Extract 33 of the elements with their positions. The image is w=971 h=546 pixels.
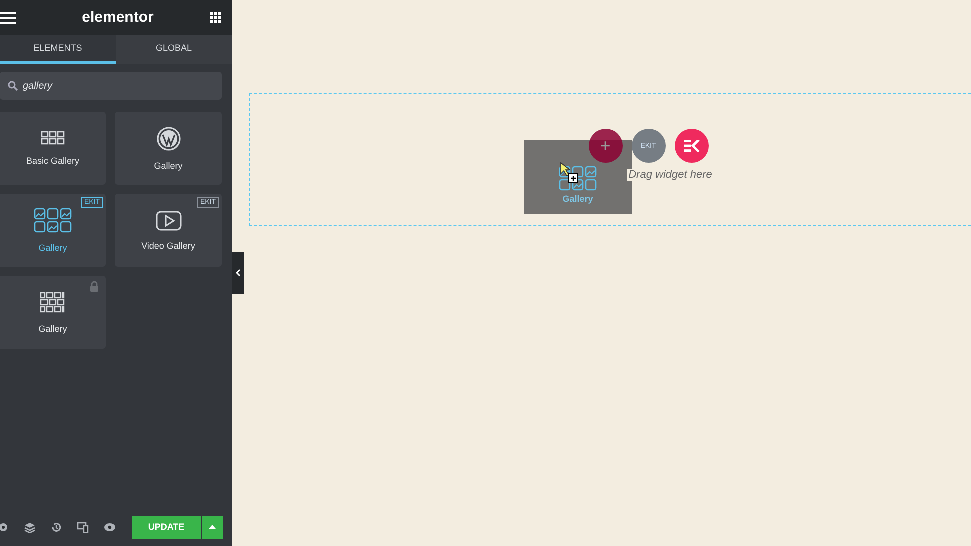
image-grid-icon (558, 166, 598, 191)
chevron-icon (236, 269, 240, 277)
app-logo: elementor (82, 9, 154, 26)
cursor-icon (560, 162, 580, 184)
widget-card[interactable]: Gallery (0, 276, 106, 349)
image-grid-icon (34, 208, 72, 233)
settings-icon[interactable] (0, 522, 9, 532)
play-icon (156, 210, 182, 230)
apps-grid-icon[interactable] (210, 12, 221, 23)
history-icon[interactable] (51, 522, 62, 532)
layers-icon[interactable] (24, 522, 36, 532)
widget-label: Gallery (38, 243, 68, 253)
widget-card[interactable]: Basic Gallery (0, 112, 106, 185)
tab[interactable]: GLOBAL (116, 35, 232, 64)
caret-icon (209, 525, 216, 529)
publish-options-button[interactable] (202, 516, 223, 538)
wordpress-icon (156, 126, 180, 150)
drag-preview-label: Gallery (562, 194, 594, 204)
responsive-icon[interactable] (77, 522, 89, 532)
search-field[interactable]: gallery (0, 72, 222, 100)
widget-card[interactable]: Gallery (115, 112, 222, 185)
drop-hint: Drag widget here (626, 169, 714, 181)
collapse-panel-button[interactable] (232, 252, 244, 294)
widget-label: Video Gallery (142, 240, 196, 250)
eye-icon[interactable] (104, 522, 116, 532)
brick-grid-icon (40, 292, 66, 314)
widget-label: Basic Gallery (26, 156, 80, 166)
grid-icon (40, 131, 66, 146)
menu-icon[interactable] (0, 12, 16, 24)
widget-label: Gallery (154, 160, 183, 170)
ekit-logo-icon (684, 140, 700, 152)
ekit-button[interactable] (674, 129, 708, 163)
widget-label: Gallery (38, 324, 68, 334)
